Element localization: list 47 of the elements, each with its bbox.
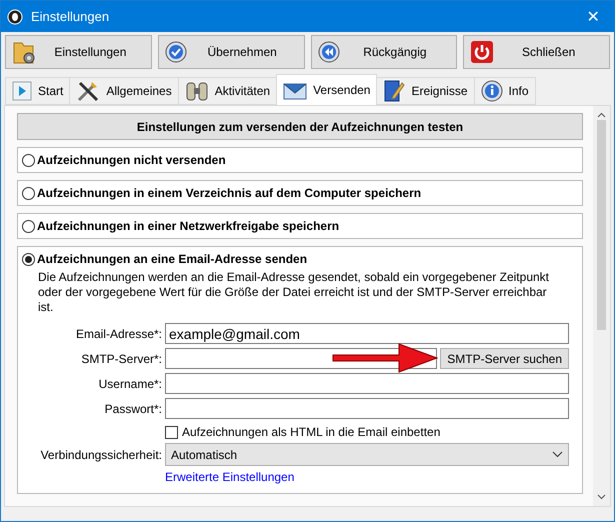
field-label: Email-Adresse*: bbox=[74, 326, 162, 340]
test-button[interactable]: Einstellungen zum versenden der Aufzeichnungen testen bbox=[17, 113, 583, 140]
tools-icon bbox=[76, 79, 100, 103]
toolbar-button[interactable]: Übernehmen bbox=[158, 35, 304, 69]
tab[interactable]: Versenden bbox=[276, 74, 378, 105]
field-label: Username*: bbox=[98, 376, 162, 390]
field-label: Passwort*: bbox=[104, 402, 162, 416]
option-label: Aufzeichnungen in einem Verzeichnis auf dem Computer speichern bbox=[37, 186, 422, 200]
toolbar-button[interactable]: Einstellungen bbox=[5, 35, 152, 69]
binoculars-icon bbox=[184, 80, 209, 102]
rewind-icon bbox=[318, 41, 340, 63]
tab[interactable]: Start bbox=[5, 77, 70, 105]
toolbar-button[interactable]: Schließen bbox=[463, 35, 610, 69]
notepad-pencil-icon bbox=[383, 79, 406, 103]
play-icon bbox=[12, 81, 32, 101]
checkmark-icon bbox=[164, 41, 187, 63]
search-server-button[interactable]: SMTP-Server suchen bbox=[440, 348, 569, 369]
close-button[interactable]: ✕ bbox=[578, 2, 608, 32]
radio-button[interactable] bbox=[22, 186, 35, 200]
input-field[interactable]: example@gmail.com bbox=[165, 323, 569, 344]
toolbar-button[interactable]: Rückgängig bbox=[310, 35, 458, 69]
field-label: SMTP-Server*: bbox=[80, 352, 162, 366]
scrollbar[interactable] bbox=[593, 106, 610, 506]
option-label: Aufzeichnungen in einer Netzwerkfreigabe speichern bbox=[37, 219, 340, 233]
radio-button[interactable] bbox=[22, 154, 35, 166]
advanced-settings-link[interactable]: Erweiterte Einstellungen bbox=[165, 470, 294, 484]
radio-button[interactable] bbox=[22, 220, 35, 232]
description-text: Die Aufzeichnungen werden an die Email-Adresse gesendet, sobald ein vorgegebener Zeitpunkt oder der vorgegebene Wert für die Größe der Datei erreicht ist und der SMTP-Server erreichbar ist. bbox=[38, 270, 550, 315]
option-label: Aufzeichnungen nicht versenden bbox=[37, 153, 226, 167]
chevron-down-icon bbox=[597, 494, 606, 500]
input-field[interactable] bbox=[165, 398, 569, 419]
security-dropdown[interactable]: Automatisch bbox=[165, 443, 569, 466]
chevron-up-icon bbox=[597, 112, 606, 118]
chevron-down-icon bbox=[552, 451, 563, 458]
window-title: Einstellungen bbox=[31, 9, 110, 24]
input-field[interactable] bbox=[165, 373, 569, 394]
app-icon bbox=[7, 8, 23, 24]
tab[interactable]: Info bbox=[474, 77, 536, 105]
html-checkbox[interactable]: Aufzeichnungen als HTML in die Email einbetten bbox=[165, 425, 569, 439]
tab[interactable]: Aktivitäten bbox=[178, 77, 278, 105]
info-icon bbox=[480, 80, 502, 102]
field-label: Verbindungssicherheit: bbox=[40, 448, 162, 462]
power-icon bbox=[470, 40, 494, 64]
option-label: Aufzeichnungen an eine Email-Adresse senden bbox=[37, 252, 308, 266]
radio-button[interactable] bbox=[22, 252, 35, 266]
tab[interactable]: Ereignisse bbox=[376, 77, 474, 105]
tab[interactable]: Allgemeines bbox=[69, 77, 179, 105]
